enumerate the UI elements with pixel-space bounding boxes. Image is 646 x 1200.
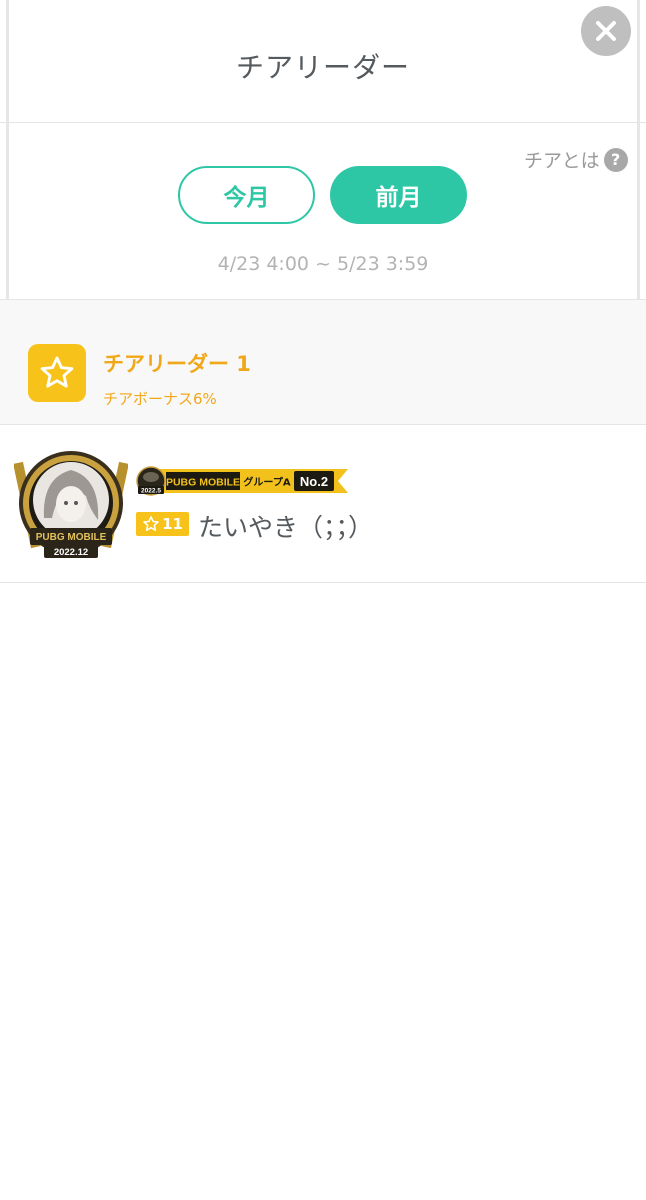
rank-section-header: チアリーダー 1 チアボーナス6% (0, 299, 646, 425)
user-row[interactable]: PUBG MOBILE 2022.12 PUBG MOBILE グループA No… (0, 424, 646, 583)
rank-bonus: チアボーナス6% (103, 390, 217, 408)
avatar-caption-game: PUBG MOBILE (36, 532, 107, 543)
help-icon: ? (603, 147, 628, 172)
star-icon (40, 356, 74, 388)
cheer-info-label: チアとは (524, 150, 600, 172)
period-range: 4/23 4:00 ~ 5/23 3:59 (217, 253, 429, 275)
close-button[interactable] (581, 6, 631, 56)
star-outline-icon (143, 516, 159, 531)
pubg-group-banner: PUBG MOBILE グループA No.2 2022.5 (136, 466, 348, 496)
rank-title: チアリーダー 1 (103, 352, 251, 376)
close-icon (596, 21, 616, 41)
cheerleader-page: チアリーダー チアとは ? 今月 前月 4/23 4:00 ~ 5/23 3:5… (0, 0, 646, 1200)
user-name: たいやき（；；） (198, 513, 374, 542)
tab-this-month[interactable]: 今月 (178, 166, 315, 224)
tab-last-month[interactable]: 前月 (330, 166, 467, 224)
banner-group: グループA (243, 476, 290, 489)
rank-star-badge (28, 344, 86, 402)
cheer-level-badge: 11 (136, 512, 189, 536)
banner-rank: No.2 (300, 474, 328, 489)
cheer-info-link[interactable]: チアとは ? (524, 146, 628, 173)
banner-game: PUBG MOBILE (166, 477, 240, 489)
page-title: チアリーダー (235, 51, 410, 84)
cheer-level-value: 11 (162, 515, 183, 533)
avatar-caption-date: 2022.12 (54, 547, 88, 558)
banner-year: 2022.5 (141, 488, 161, 495)
header: チアリーダー (0, 0, 646, 123)
user-avatar[interactable]: PUBG MOBILE 2022.12 (14, 448, 128, 562)
